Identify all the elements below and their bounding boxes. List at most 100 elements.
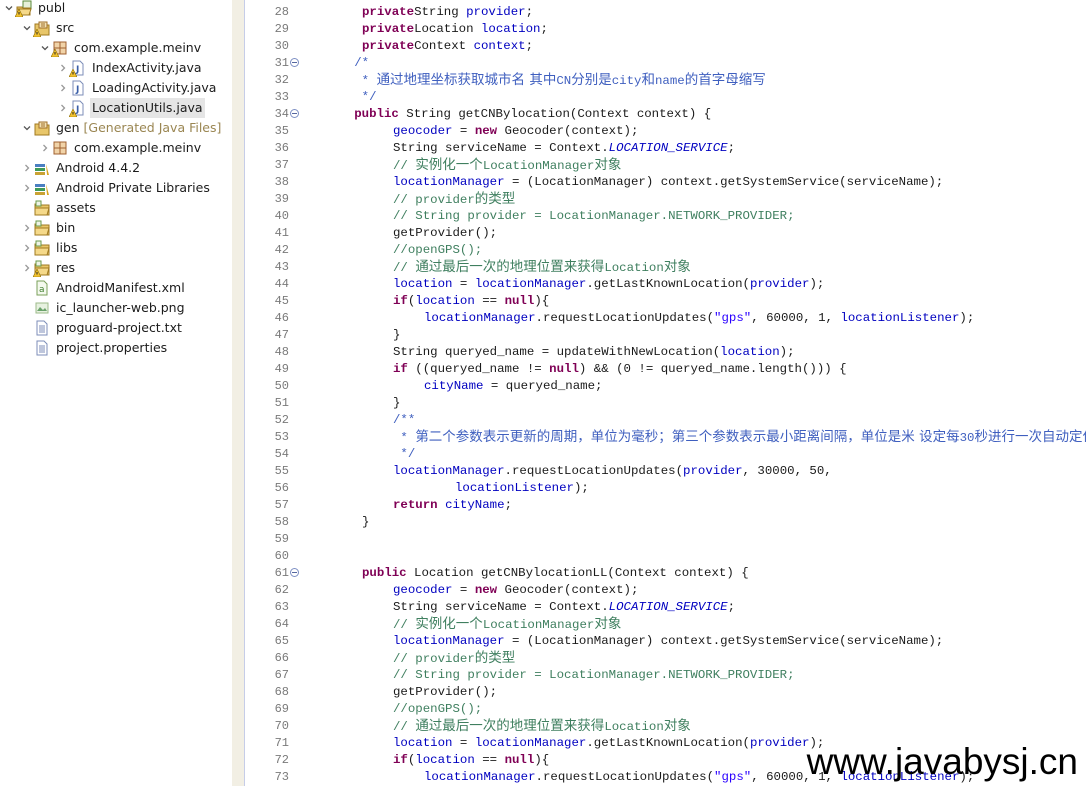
code-line[interactable]: public Location getCNBylocationLL(Contex… [362, 565, 749, 582]
chevron-down-icon[interactable] [38, 38, 52, 58]
tree-item[interactable]: libs [20, 238, 79, 258]
chevron-down-icon[interactable] [20, 18, 34, 38]
fold-collapse-icon[interactable] [290, 568, 299, 577]
tree-item-label: src [56, 20, 75, 35]
code-line[interactable]: // String provider = LocationManager.NET… [393, 208, 795, 225]
code-line[interactable]: // provider的类型 [393, 650, 515, 667]
code-token: if [393, 362, 408, 376]
code-line[interactable]: * 第二个参数表示更新的周期，单位为毫秒；第三个参数表示最小距离间隔，单位是米 … [393, 429, 1086, 446]
code-line[interactable]: public String getCNBylocation(Context co… [354, 106, 711, 123]
tree-item[interactable]: J LocationUtils.java [56, 98, 205, 118]
code-line[interactable]: String serviceName = Context.LOCATION_SE… [393, 140, 735, 157]
code-line[interactable]: /* [354, 55, 369, 72]
chevron-right-icon[interactable] [20, 158, 34, 178]
code-line[interactable]: // provider的类型 [393, 191, 515, 208]
line-number: 38 [274, 175, 289, 189]
code-line[interactable]: * 通过地理坐标获取城市名 其中CN分别是city和name的首字母缩写 [354, 72, 766, 89]
chevron-right-icon[interactable] [20, 258, 34, 278]
code-line[interactable]: } [362, 514, 369, 531]
fold-collapse-icon[interactable] [290, 109, 299, 118]
tree-item[interactable]: src [20, 18, 76, 38]
line-number: 52 [274, 413, 289, 427]
tree-item[interactable]: project.properties [20, 338, 169, 358]
chevron-down-icon[interactable] [20, 118, 34, 138]
code-line[interactable]: */ [393, 446, 415, 463]
code-line[interactable]: locationManager.requestLocationUpdates(p… [393, 463, 832, 480]
tree-item[interactable]: com.example.meinv [38, 38, 203, 58]
code-line[interactable]: String queryed_name = updateWithNewLocat… [393, 344, 795, 361]
tree-item[interactable]: proguard-project.txt [20, 318, 184, 338]
code-line[interactable]: //openGPS(); [393, 701, 482, 718]
chevron-down-icon[interactable] [2, 0, 16, 18]
code-editor[interactable]: 28 29 30 31 32 33 34 35 36 37 38 39 40 41 42 43 44 45 46 47… [245, 0, 1086, 786]
code-token: == [474, 753, 505, 767]
tree-item[interactable]: Android 4.4.2 [20, 158, 142, 178]
xml-file-icon: a [34, 280, 50, 296]
tree-item[interactable]: assets [20, 198, 98, 218]
code-token: String serviceName = Context. [393, 600, 609, 614]
code-line[interactable]: location = locationManager.getLastKnownL… [393, 735, 824, 752]
chevron-right-icon[interactable] [20, 238, 34, 258]
code-token: String [414, 5, 467, 19]
code-line[interactable]: String serviceName = Context.LOCATION_SE… [393, 599, 735, 616]
code-line[interactable]: // 通过最后一次的地理位置来获得Location对象 [393, 718, 691, 735]
code-line[interactable]: locationManager = (LocationManager) cont… [393, 633, 943, 650]
tree-item[interactable]: res [20, 258, 77, 278]
code-line[interactable]: geocoder = new Geocoder(context); [393, 123, 638, 140]
code-line[interactable]: } [393, 395, 400, 412]
code-line[interactable]: getProvider(); [393, 225, 497, 242]
chevron-right-icon[interactable] [20, 178, 34, 198]
tree-item[interactable]: publ [2, 0, 67, 18]
tree-item[interactable]: com.example.meinv [38, 138, 203, 158]
chevron-right-icon[interactable] [56, 78, 70, 98]
code-line[interactable]: getProvider(); [393, 684, 497, 701]
code-line[interactable]: if(location == null){ [393, 752, 549, 769]
tree-item[interactable]: J IndexActivity.java [56, 58, 204, 78]
code-line[interactable]: return cityName; [393, 497, 512, 514]
line-number: 71 [274, 736, 289, 750]
chevron-right-icon[interactable] [38, 138, 52, 158]
code-token: = [452, 124, 475, 138]
code-line[interactable]: if(location == null){ [393, 293, 549, 310]
code-token: location [393, 277, 453, 291]
code-line[interactable]: locationListener); [455, 480, 589, 497]
chevron-right-icon[interactable] [20, 218, 34, 238]
folder-icon [33, 260, 50, 277]
code-line[interactable]: // 通过最后一次的地理位置来获得Location对象 [393, 259, 691, 276]
code-line[interactable]: //openGPS(); [393, 242, 482, 259]
tree-item[interactable]: J LoadingActivity.java [56, 78, 218, 98]
code-line[interactable]: /** [393, 412, 415, 429]
code-line[interactable]: privateContext context; [362, 38, 533, 55]
tree-item[interactable]: bin [20, 218, 77, 238]
line-number: 55 [274, 464, 289, 478]
code-token: // [393, 159, 416, 173]
fold-collapse-icon[interactable] [290, 58, 299, 67]
code-line[interactable]: */ [354, 89, 377, 106]
code-token: ); [779, 345, 795, 359]
tree-item-label-wrap: AndroidManifest.xml [54, 278, 187, 298]
tree-item[interactable]: ic_launcher-web.png [20, 298, 187, 318]
code-line[interactable]: // 实例化一个LocationManager对象 [393, 157, 621, 174]
tree-item[interactable]: a AndroidManifest.xml [20, 278, 187, 298]
svg-text:J: J [75, 85, 79, 95]
code-token: geocoder [393, 124, 453, 138]
android-project-icon [15, 0, 32, 17]
code-line[interactable]: location = locationManager.getLastKnownL… [393, 276, 824, 293]
code-line[interactable]: locationManager = (LocationManager) cont… [393, 174, 943, 191]
code-line[interactable]: privateLocation location; [362, 21, 548, 38]
code-line[interactable]: cityName = queryed_name; [424, 378, 602, 395]
code-line[interactable]: if ((queryed_name != null) && (0 != quer… [393, 361, 847, 378]
code-line[interactable]: privateString provider; [362, 4, 533, 21]
tree-item[interactable]: Android Private Libraries [20, 178, 212, 198]
code-line[interactable]: } [393, 327, 400, 344]
code-line[interactable]: geocoder = new Geocoder(context); [393, 582, 638, 599]
tree-item-label-wrap: IndexActivity.java [90, 58, 204, 78]
chevron-right-icon[interactable] [56, 58, 70, 78]
line-number: 47 [274, 328, 289, 342]
code-line[interactable]: // 实例化一个LocationManager对象 [393, 616, 621, 633]
tree-item[interactable]: gen [Generated Java Files] [20, 118, 223, 138]
view-splitter[interactable] [232, 0, 245, 786]
code-line[interactable]: // String provider = LocationManager.NET… [393, 667, 795, 684]
chevron-right-icon[interactable] [56, 98, 70, 118]
code-line[interactable]: locationManager.requestLocationUpdates("… [424, 310, 974, 327]
